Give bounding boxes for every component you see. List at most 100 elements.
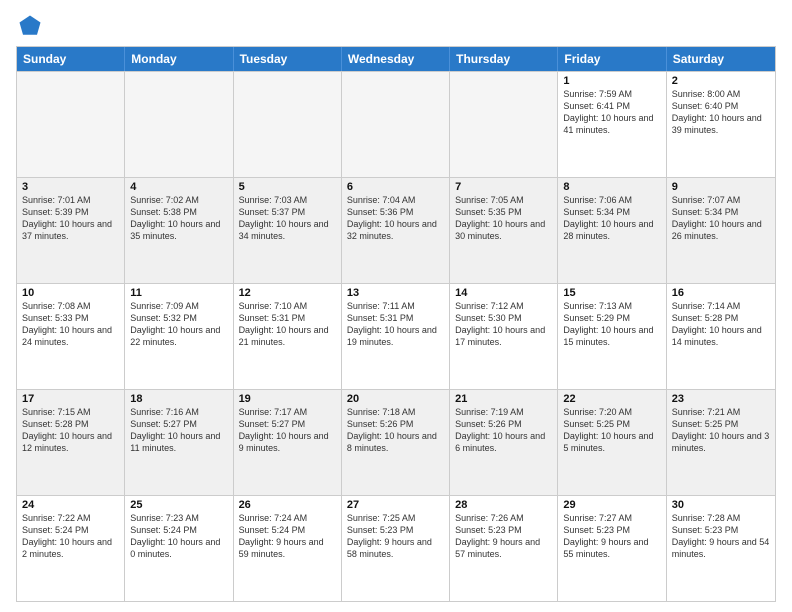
day-info: Sunrise: 7:16 AMSunset: 5:27 PMDaylight:… bbox=[130, 406, 227, 455]
cal-cell-empty bbox=[234, 72, 342, 177]
calendar-body: 1Sunrise: 7:59 AMSunset: 6:41 PMDaylight… bbox=[17, 71, 775, 601]
cal-cell-4: 4Sunrise: 7:02 AMSunset: 5:38 PMDaylight… bbox=[125, 178, 233, 283]
cal-cell-5: 5Sunrise: 7:03 AMSunset: 5:37 PMDaylight… bbox=[234, 178, 342, 283]
cal-cell-8: 8Sunrise: 7:06 AMSunset: 5:34 PMDaylight… bbox=[558, 178, 666, 283]
day-number: 8 bbox=[563, 181, 660, 193]
cal-cell-28: 28Sunrise: 7:26 AMSunset: 5:23 PMDayligh… bbox=[450, 496, 558, 601]
day-info: Sunrise: 7:02 AMSunset: 5:38 PMDaylight:… bbox=[130, 194, 227, 243]
header bbox=[16, 12, 776, 40]
day-info: Sunrise: 7:10 AMSunset: 5:31 PMDaylight:… bbox=[239, 300, 336, 349]
day-number: 10 bbox=[22, 287, 119, 299]
day-info: Sunrise: 7:14 AMSunset: 5:28 PMDaylight:… bbox=[672, 300, 770, 349]
cal-cell-1: 1Sunrise: 7:59 AMSunset: 6:41 PMDaylight… bbox=[558, 72, 666, 177]
day-info: Sunrise: 7:03 AMSunset: 5:37 PMDaylight:… bbox=[239, 194, 336, 243]
day-info: Sunrise: 7:21 AMSunset: 5:25 PMDaylight:… bbox=[672, 406, 770, 455]
day-number: 16 bbox=[672, 287, 770, 299]
day-number: 28 bbox=[455, 499, 552, 511]
cal-cell-empty bbox=[125, 72, 233, 177]
day-info: Sunrise: 7:25 AMSunset: 5:23 PMDaylight:… bbox=[347, 512, 444, 561]
cal-row-1: 3Sunrise: 7:01 AMSunset: 5:39 PMDaylight… bbox=[17, 177, 775, 283]
cal-cell-21: 21Sunrise: 7:19 AMSunset: 5:26 PMDayligh… bbox=[450, 390, 558, 495]
day-info: Sunrise: 7:26 AMSunset: 5:23 PMDaylight:… bbox=[455, 512, 552, 561]
day-number: 23 bbox=[672, 393, 770, 405]
day-number: 1 bbox=[563, 75, 660, 87]
cal-cell-2: 2Sunrise: 8:00 AMSunset: 6:40 PMDaylight… bbox=[667, 72, 775, 177]
cal-cell-26: 26Sunrise: 7:24 AMSunset: 5:24 PMDayligh… bbox=[234, 496, 342, 601]
day-info: Sunrise: 7:08 AMSunset: 5:33 PMDaylight:… bbox=[22, 300, 119, 349]
cal-cell-empty bbox=[342, 72, 450, 177]
cal-cell-15: 15Sunrise: 7:13 AMSunset: 5:29 PMDayligh… bbox=[558, 284, 666, 389]
cal-row-0: 1Sunrise: 7:59 AMSunset: 6:41 PMDaylight… bbox=[17, 71, 775, 177]
day-number: 12 bbox=[239, 287, 336, 299]
day-number: 13 bbox=[347, 287, 444, 299]
day-info: Sunrise: 7:23 AMSunset: 5:24 PMDaylight:… bbox=[130, 512, 227, 561]
cal-row-4: 24Sunrise: 7:22 AMSunset: 5:24 PMDayligh… bbox=[17, 495, 775, 601]
day-info: Sunrise: 7:28 AMSunset: 5:23 PMDaylight:… bbox=[672, 512, 770, 561]
day-info: Sunrise: 7:59 AMSunset: 6:41 PMDaylight:… bbox=[563, 88, 660, 137]
cal-cell-19: 19Sunrise: 7:17 AMSunset: 5:27 PMDayligh… bbox=[234, 390, 342, 495]
day-info: Sunrise: 7:20 AMSunset: 5:25 PMDaylight:… bbox=[563, 406, 660, 455]
day-number: 3 bbox=[22, 181, 119, 193]
day-number: 21 bbox=[455, 393, 552, 405]
cal-cell-3: 3Sunrise: 7:01 AMSunset: 5:39 PMDaylight… bbox=[17, 178, 125, 283]
cal-header-tuesday: Tuesday bbox=[234, 47, 342, 71]
cal-cell-18: 18Sunrise: 7:16 AMSunset: 5:27 PMDayligh… bbox=[125, 390, 233, 495]
day-info: Sunrise: 7:11 AMSunset: 5:31 PMDaylight:… bbox=[347, 300, 444, 349]
cal-header-monday: Monday bbox=[125, 47, 233, 71]
cal-cell-6: 6Sunrise: 7:04 AMSunset: 5:36 PMDaylight… bbox=[342, 178, 450, 283]
day-info: Sunrise: 8:00 AMSunset: 6:40 PMDaylight:… bbox=[672, 88, 770, 137]
day-info: Sunrise: 7:06 AMSunset: 5:34 PMDaylight:… bbox=[563, 194, 660, 243]
cal-header-wednesday: Wednesday bbox=[342, 47, 450, 71]
day-number: 15 bbox=[563, 287, 660, 299]
cal-cell-22: 22Sunrise: 7:20 AMSunset: 5:25 PMDayligh… bbox=[558, 390, 666, 495]
day-info: Sunrise: 7:19 AMSunset: 5:26 PMDaylight:… bbox=[455, 406, 552, 455]
cal-cell-10: 10Sunrise: 7:08 AMSunset: 5:33 PMDayligh… bbox=[17, 284, 125, 389]
cal-cell-24: 24Sunrise: 7:22 AMSunset: 5:24 PMDayligh… bbox=[17, 496, 125, 601]
cal-cell-9: 9Sunrise: 7:07 AMSunset: 5:34 PMDaylight… bbox=[667, 178, 775, 283]
cal-cell-7: 7Sunrise: 7:05 AMSunset: 5:35 PMDaylight… bbox=[450, 178, 558, 283]
day-number: 6 bbox=[347, 181, 444, 193]
cal-cell-empty bbox=[450, 72, 558, 177]
day-number: 20 bbox=[347, 393, 444, 405]
day-info: Sunrise: 7:12 AMSunset: 5:30 PMDaylight:… bbox=[455, 300, 552, 349]
day-number: 30 bbox=[672, 499, 770, 511]
cal-cell-11: 11Sunrise: 7:09 AMSunset: 5:32 PMDayligh… bbox=[125, 284, 233, 389]
cal-cell-17: 17Sunrise: 7:15 AMSunset: 5:28 PMDayligh… bbox=[17, 390, 125, 495]
cal-header-thursday: Thursday bbox=[450, 47, 558, 71]
day-info: Sunrise: 7:18 AMSunset: 5:26 PMDaylight:… bbox=[347, 406, 444, 455]
day-info: Sunrise: 7:22 AMSunset: 5:24 PMDaylight:… bbox=[22, 512, 119, 561]
day-info: Sunrise: 7:15 AMSunset: 5:28 PMDaylight:… bbox=[22, 406, 119, 455]
day-info: Sunrise: 7:09 AMSunset: 5:32 PMDaylight:… bbox=[130, 300, 227, 349]
logo-icon bbox=[16, 12, 44, 40]
cal-cell-29: 29Sunrise: 7:27 AMSunset: 5:23 PMDayligh… bbox=[558, 496, 666, 601]
day-number: 11 bbox=[130, 287, 227, 299]
day-number: 4 bbox=[130, 181, 227, 193]
day-number: 7 bbox=[455, 181, 552, 193]
day-number: 24 bbox=[22, 499, 119, 511]
page: SundayMondayTuesdayWednesdayThursdayFrid… bbox=[0, 0, 792, 612]
cal-cell-13: 13Sunrise: 7:11 AMSunset: 5:31 PMDayligh… bbox=[342, 284, 450, 389]
cal-cell-23: 23Sunrise: 7:21 AMSunset: 5:25 PMDayligh… bbox=[667, 390, 775, 495]
day-number: 17 bbox=[22, 393, 119, 405]
calendar: SundayMondayTuesdayWednesdayThursdayFrid… bbox=[16, 46, 776, 602]
calendar-header: SundayMondayTuesdayWednesdayThursdayFrid… bbox=[17, 47, 775, 71]
cal-cell-16: 16Sunrise: 7:14 AMSunset: 5:28 PMDayligh… bbox=[667, 284, 775, 389]
day-number: 19 bbox=[239, 393, 336, 405]
day-info: Sunrise: 7:24 AMSunset: 5:24 PMDaylight:… bbox=[239, 512, 336, 561]
day-number: 14 bbox=[455, 287, 552, 299]
day-number: 2 bbox=[672, 75, 770, 87]
day-number: 22 bbox=[563, 393, 660, 405]
cal-cell-20: 20Sunrise: 7:18 AMSunset: 5:26 PMDayligh… bbox=[342, 390, 450, 495]
day-info: Sunrise: 7:13 AMSunset: 5:29 PMDaylight:… bbox=[563, 300, 660, 349]
day-number: 27 bbox=[347, 499, 444, 511]
cal-row-2: 10Sunrise: 7:08 AMSunset: 5:33 PMDayligh… bbox=[17, 283, 775, 389]
cal-header-saturday: Saturday bbox=[667, 47, 775, 71]
cal-header-sunday: Sunday bbox=[17, 47, 125, 71]
cal-header-friday: Friday bbox=[558, 47, 666, 71]
cal-cell-30: 30Sunrise: 7:28 AMSunset: 5:23 PMDayligh… bbox=[667, 496, 775, 601]
day-info: Sunrise: 7:04 AMSunset: 5:36 PMDaylight:… bbox=[347, 194, 444, 243]
day-info: Sunrise: 7:27 AMSunset: 5:23 PMDaylight:… bbox=[563, 512, 660, 561]
day-number: 18 bbox=[130, 393, 227, 405]
cal-cell-12: 12Sunrise: 7:10 AMSunset: 5:31 PMDayligh… bbox=[234, 284, 342, 389]
cal-cell-25: 25Sunrise: 7:23 AMSunset: 5:24 PMDayligh… bbox=[125, 496, 233, 601]
